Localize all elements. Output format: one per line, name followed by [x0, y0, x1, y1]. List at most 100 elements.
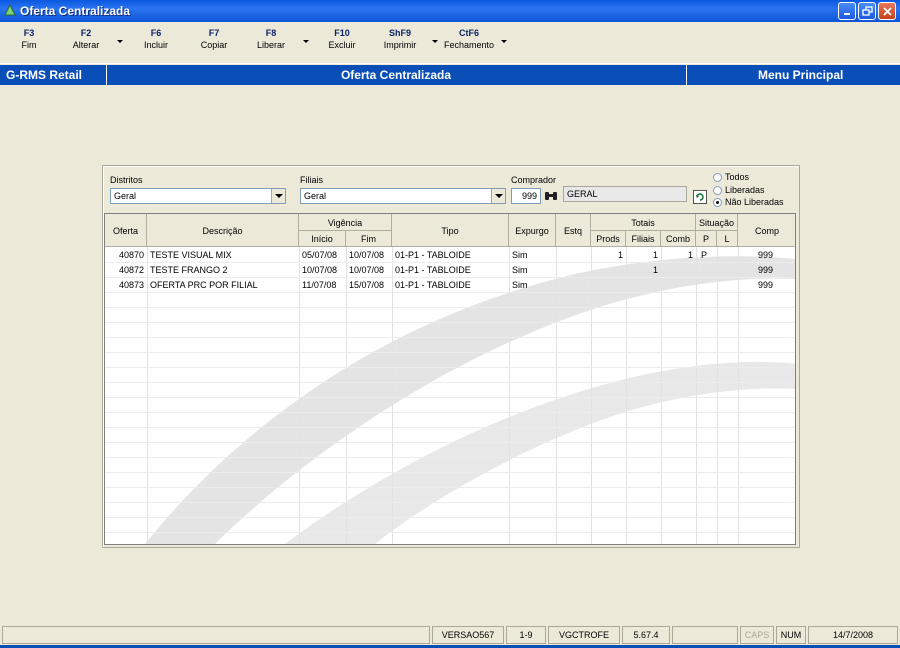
col-header-estq[interactable]: Estq: [556, 214, 591, 247]
app-icon: [4, 4, 16, 16]
status-page: 1-9: [506, 626, 546, 644]
row-line: [105, 457, 795, 458]
status-caps: CAPS: [740, 626, 774, 644]
row-line: [105, 277, 795, 278]
minimize-button[interactable]: [838, 2, 856, 20]
col-header-totais: Totais: [591, 214, 696, 231]
row-line: [105, 352, 795, 353]
col-vigencia-label: Vigência: [327, 218, 363, 228]
col-header-prods[interactable]: Prods: [591, 231, 626, 247]
liberar-label: Liberar: [256, 40, 285, 50]
restore-button[interactable]: [858, 2, 876, 20]
cell-p: P: [701, 250, 708, 260]
radio-liberadas[interactable]: Liberadas: [713, 185, 765, 196]
close-button[interactable]: [878, 2, 896, 20]
comprador-name-field: GERAL: [563, 186, 687, 202]
status-release: 5.67.4: [622, 626, 670, 644]
alterar-dropdown-icon[interactable]: [117, 40, 123, 43]
status-date: 14/7/2008: [808, 626, 898, 644]
alterar-button[interactable]: F2 Alterar: [68, 28, 104, 50]
col-p-label: P: [702, 234, 709, 244]
col-situacao-label: Situação: [698, 218, 735, 228]
nav-main-menu-link[interactable]: Menu Principal: [758, 68, 843, 82]
nav-separator: [686, 65, 687, 85]
cell-descricao: OFERTA PRC POR FILIAL: [150, 280, 258, 290]
liberar-button[interactable]: F8 Liberar: [253, 28, 289, 50]
cell-inicio: 10/07/08: [302, 265, 338, 275]
copiar-button[interactable]: F7 Copiar: [196, 28, 232, 50]
chevron-down-icon[interactable]: [491, 189, 505, 203]
col-header-tipo[interactable]: Tipo: [392, 214, 509, 247]
col-header-fim[interactable]: Fim: [346, 231, 392, 247]
radio-todos[interactable]: Todos: [713, 172, 749, 183]
nav-bar: G-RMS Retail Oferta Centralizada Menu Pr…: [0, 65, 900, 85]
imprimir-dropdown-icon[interactable]: [432, 40, 438, 43]
row-line: [105, 337, 795, 338]
fim-label: Fim: [21, 40, 37, 50]
chevron-down-icon[interactable]: [271, 189, 285, 203]
row-line: [105, 427, 795, 428]
col-header-inicio[interactable]: Início: [299, 231, 346, 247]
binoculars-icon[interactable]: [544, 191, 558, 201]
imprimir-key: ShF9: [388, 28, 411, 38]
comprador-code-input[interactable]: 999: [511, 188, 541, 204]
liberar-key: F8: [265, 28, 277, 38]
row-line: [105, 472, 795, 473]
copiar-label: Copiar: [200, 40, 228, 50]
cell-tipo: 01-P1 - TABLOIDE: [395, 265, 471, 275]
row-line: [105, 262, 795, 263]
radio-nao-liberadas[interactable]: Não Liberadas: [713, 197, 784, 208]
status-num: NUM: [776, 626, 806, 644]
cell-descricao: TESTE VISUAL MIX: [150, 250, 232, 260]
cell-fim: 10/07/08: [349, 265, 385, 275]
filiais-value: Geral: [304, 191, 327, 201]
col-header-p[interactable]: P: [696, 231, 717, 247]
incluir-button[interactable]: F6 Incluir: [139, 28, 173, 50]
col-header-oferta[interactable]: Oferta: [105, 214, 147, 247]
distritos-value: Geral: [114, 191, 137, 201]
col-header-l[interactable]: L: [717, 231, 738, 247]
cell-expurgo: Sim: [512, 265, 528, 275]
imprimir-button[interactable]: ShF9 Imprimir: [380, 28, 420, 50]
col-l-label: L: [724, 234, 730, 244]
col-header-comb[interactable]: Comb: [661, 231, 696, 247]
col-comp-label: Comp: [754, 226, 779, 236]
minimize-icon: [844, 13, 850, 15]
cell-oferta: 40872: [118, 265, 144, 275]
row-line: [105, 382, 795, 383]
distritos-label: Distritos: [110, 175, 143, 185]
fim-button[interactable]: F3 Fim: [14, 28, 44, 50]
cell-expurgo: Sim: [512, 250, 528, 260]
refresh-icon: [696, 193, 704, 201]
offers-grid[interactable]: Oferta Descrição Vigência Início Fim Tip…: [104, 213, 796, 545]
col-estq-label: Estq: [563, 226, 582, 236]
nav-home-link[interactable]: G-RMS Retail: [6, 68, 82, 82]
col-inicio-label: Início: [311, 234, 333, 244]
fechamento-button[interactable]: CtF6 Fechamento: [441, 28, 497, 50]
cell-fim: 15/07/08: [349, 280, 385, 290]
distritos-select[interactable]: Geral: [110, 188, 286, 204]
liberar-dropdown-icon[interactable]: [303, 40, 309, 43]
col-header-descricao[interactable]: Descrição: [147, 214, 299, 247]
col-comb-label: Comb: [665, 234, 690, 244]
cell-comb: 1: [687, 250, 693, 260]
toolbar: F3 Fim F2 Alterar F6 Incluir F7 Copiar F…: [0, 22, 900, 64]
cell-fim: 10/07/08: [349, 250, 385, 260]
status-bar: VERSAO567 1-9 VGCTROFE 5.67.4 CAPS NUM 1…: [0, 624, 900, 646]
row-line: [105, 292, 795, 293]
col-header-comp[interactable]: Comp: [738, 214, 795, 247]
refresh-button[interactable]: [693, 190, 707, 204]
col-header-filiais[interactable]: Filiais: [626, 231, 661, 247]
col-totais-label: Totais: [631, 218, 655, 228]
excluir-button[interactable]: F10 Excluir: [325, 28, 359, 50]
filiais-select[interactable]: Geral: [300, 188, 506, 204]
alterar-key: F2: [80, 28, 92, 38]
radio-circle-selected: [713, 198, 722, 208]
comprador-label: Comprador: [511, 175, 557, 185]
col-header-expurgo[interactable]: Expurgo: [509, 214, 556, 247]
close-icon: [883, 7, 892, 16]
fechamento-dropdown-icon[interactable]: [501, 40, 507, 43]
imprimir-label: Imprimir: [383, 40, 417, 50]
radio-liberadas-label: Liberadas: [725, 185, 765, 195]
cell-filiais: 1: [652, 265, 658, 275]
